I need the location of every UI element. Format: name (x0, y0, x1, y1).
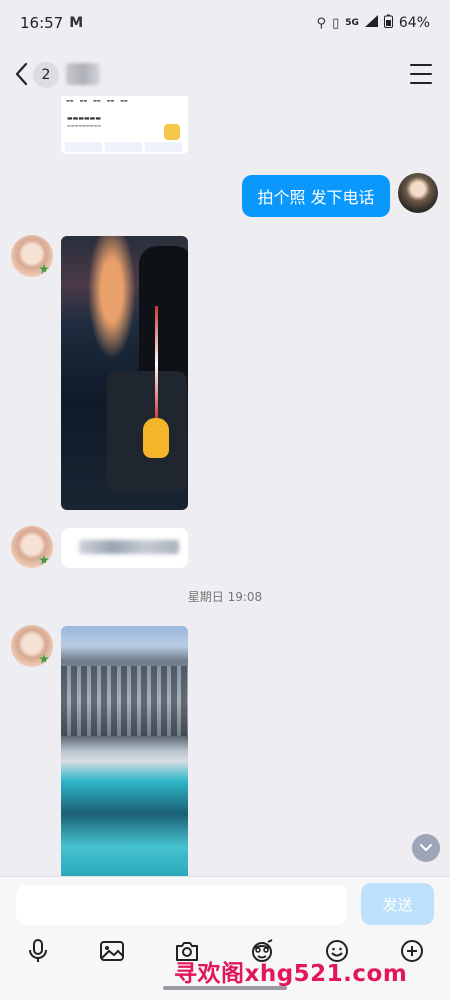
back-icon (15, 62, 28, 86)
battery-icon (383, 14, 393, 32)
link-icon: ⚲ (316, 15, 327, 31)
contact-name-redacted (66, 63, 100, 85)
card-cell (65, 142, 102, 152)
card-tab: ▬▬ (79, 98, 88, 103)
contact-avatar[interactable] (11, 625, 53, 667)
card-cells (65, 142, 182, 152)
home-indicator[interactable] (163, 986, 287, 990)
status-bar: 16:57 M ⚲ ▯ 5G 64% (0, 0, 450, 46)
redacted-content (79, 540, 179, 554)
menu-icon-line (410, 73, 432, 75)
battery-level: 64% (398, 15, 430, 31)
status-time: 16:57 (20, 14, 64, 32)
shared-card-preview[interactable]: ▬▬ ▬▬ ▬▬ ▬▬ ▬▬ ▬▬▬▬▬▬ ▬▬▬▬▬▬▬▬▬ (61, 96, 188, 154)
image-button[interactable] (98, 937, 126, 965)
voice-button[interactable] (24, 937, 52, 965)
scroll-to-bottom-button[interactable] (412, 834, 440, 862)
sent-message-bubble[interactable]: 拍个照 发下电话 (242, 175, 390, 217)
chevron-down-icon (420, 844, 432, 851)
message-input[interactable] (16, 885, 347, 925)
network-type: 5G (345, 18, 359, 28)
status-right: ⚲ ▯ 5G 64% (317, 14, 430, 32)
contact-avatar[interactable] (11, 235, 53, 277)
image-icon (100, 941, 124, 961)
status-left: 16:57 M (20, 14, 83, 32)
message-timestamp: 星期日 19:08 (187, 590, 263, 604)
card-tab: ▬▬ (106, 98, 115, 103)
card-title-blur: ▬▬▬▬▬▬ (67, 115, 102, 122)
received-photo-car-interior[interactable] (61, 236, 188, 510)
menu-button[interactable] (410, 64, 432, 84)
card-tab: ▬▬ (93, 98, 101, 103)
menu-icon-line (410, 82, 432, 84)
card-tabs: ▬▬ ▬▬ ▬▬ ▬▬ ▬▬ (61, 96, 188, 105)
photo-detail (143, 418, 169, 458)
watermark: 寻欢阁xhg521.com (174, 961, 408, 987)
card-cell (105, 142, 142, 152)
send-button[interactable]: 发送 (361, 883, 434, 925)
photo-detail (155, 306, 158, 421)
chat-header: 2 (0, 50, 450, 98)
mail-icon: M (69, 15, 84, 31)
contact-avatar[interactable] (11, 526, 53, 568)
card-tab: ▬▬ (120, 98, 128, 103)
received-redacted-bubble[interactable] (61, 528, 188, 568)
card-cell (145, 142, 182, 152)
vibrate-icon: ▯ (332, 15, 340, 31)
back-button[interactable] (12, 60, 32, 88)
received-photo-street[interactable] (61, 626, 188, 876)
microphone-icon (29, 939, 47, 962)
card-tab: ▬▬ (66, 98, 74, 103)
unread-count-badge[interactable]: 2 (33, 62, 59, 88)
photo-detail (61, 666, 188, 736)
menu-icon (410, 64, 432, 66)
my-avatar[interactable] (398, 173, 438, 213)
signal-icon (364, 15, 378, 31)
card-mascot-icon (164, 124, 180, 140)
